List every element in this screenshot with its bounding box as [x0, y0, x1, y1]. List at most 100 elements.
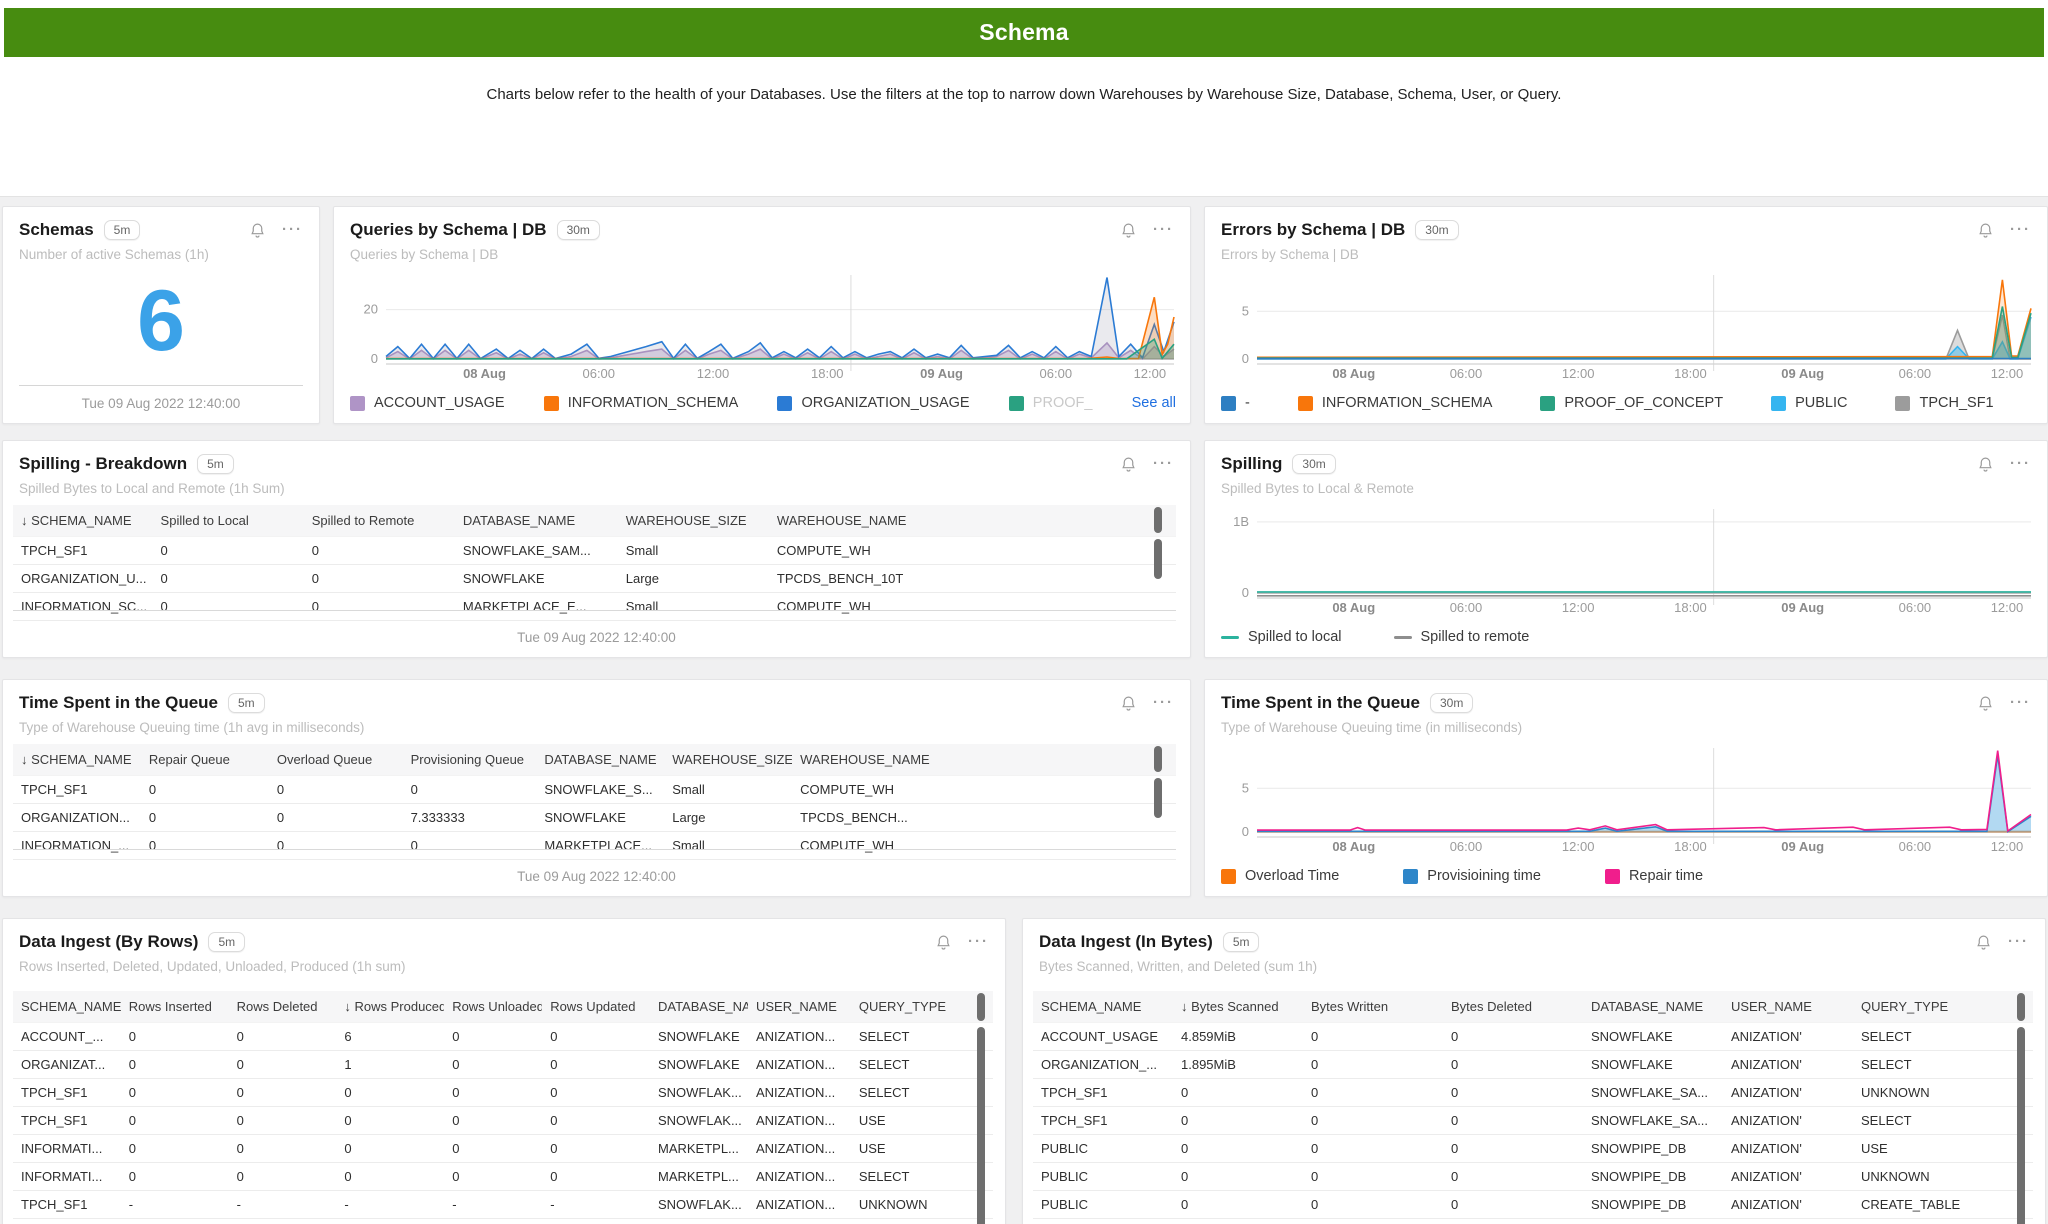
queries-chart[interactable]: 02008 Aug06:0012:0018:0009 Aug06:0012:00: [340, 267, 1184, 385]
legend-item[interactable]: ACCOUNT_USAGE: [350, 395, 505, 411]
bell-icon[interactable]: [1977, 695, 1994, 712]
ellipsis-menu-icon[interactable]: [968, 937, 989, 947]
svg-text:06:00: 06:00: [1899, 600, 1932, 615]
bell-icon[interactable]: [1120, 456, 1137, 473]
svg-text:0: 0: [1242, 351, 1249, 366]
table-row: INFORMATION_SC...00MARKETPLACE_E...Small…: [13, 593, 1176, 621]
column-header[interactable]: ↓ Rows Produced: [336, 991, 444, 1023]
ellipsis-menu-icon[interactable]: [1153, 459, 1174, 469]
ellipsis-menu-icon[interactable]: [1153, 225, 1174, 235]
legend-item[interactable]: TPCH_SF1: [1895, 395, 1993, 411]
bell-icon[interactable]: [1120, 222, 1137, 239]
column-header[interactable]: DATABASE_NA...: [650, 991, 748, 1023]
bell-icon[interactable]: [249, 222, 266, 239]
column-header[interactable]: QUERY_TYPE: [1853, 991, 2033, 1023]
column-header[interactable]: Spilled to Remote: [304, 505, 455, 537]
errors-chart[interactable]: 0508 Aug06:0012:0018:0009 Aug06:0012:00: [1211, 267, 2041, 385]
bell-icon[interactable]: [1975, 934, 1992, 951]
column-header[interactable]: USER_NAME: [748, 991, 851, 1023]
column-header[interactable]: SCHEMA_NAME: [1033, 991, 1173, 1023]
legend-swatch-icon: [1394, 636, 1412, 639]
scrollbar-thumb[interactable]: [977, 1027, 985, 1224]
ellipsis-menu-icon[interactable]: [282, 225, 303, 235]
table-row: TPCH_SF1-----SNOWFLAK...ANIZATION...UNKN…: [13, 1191, 993, 1219]
legend-item[interactable]: PUBLIC: [1771, 395, 1847, 411]
svg-text:06:00: 06:00: [582, 366, 615, 381]
see-all-link[interactable]: See all: [1132, 395, 1176, 411]
panel-subtitle: Type of Warehouse Queuing time (in milli…: [1205, 713, 2047, 735]
legend-item[interactable]: ORGANIZATION_USAGE: [777, 395, 969, 411]
panel-title: Time Spent in the Queue: [1221, 693, 1420, 713]
legend-item[interactable]: Repair time: [1605, 868, 1703, 884]
legend-item[interactable]: PROOF_OF_CONCEPT: [1540, 395, 1723, 411]
legend-item[interactable]: -: [1221, 395, 1250, 411]
column-header[interactable]: Repair Queue: [141, 744, 269, 776]
scrollbar-thumb[interactable]: [1154, 746, 1162, 772]
table-row: PUBLIC-----SNOWPIPE_...ANIZATION...USE: [13, 1219, 993, 1224]
column-header[interactable]: WAREHOUSE_SIZE: [618, 505, 769, 537]
legend-label: Repair time: [1629, 868, 1703, 884]
column-header[interactable]: QUERY_TYPE: [851, 991, 993, 1023]
legend-item[interactable]: Spilled to remote: [1394, 629, 1530, 645]
column-header[interactable]: DATABASE_NAME: [536, 744, 664, 776]
column-header[interactable]: WAREHOUSE_NAME: [769, 505, 932, 537]
column-header[interactable]: Rows Inserted: [121, 991, 229, 1023]
panel-queries-by-schema: Queries by Schema | DB 30m Queries by Sc…: [333, 206, 1191, 424]
column-header[interactable]: Spilled to Local: [153, 505, 304, 537]
column-header[interactable]: WAREHOUSE_NAME: [792, 744, 932, 776]
refresh-interval-badge: 30m: [1292, 454, 1335, 474]
legend-item[interactable]: Overload Time: [1221, 868, 1339, 884]
queue-chart[interactable]: 0508 Aug06:0012:0018:0009 Aug06:0012:00: [1211, 740, 2041, 858]
column-header[interactable]: Overload Queue: [269, 744, 403, 776]
legend-item[interactable]: INFORMATION_SCHEMA: [544, 395, 739, 411]
scrollbar-thumb[interactable]: [2017, 993, 2025, 1021]
bell-icon[interactable]: [1977, 222, 1994, 239]
scrollbar-thumb[interactable]: [1154, 539, 1162, 579]
column-header[interactable]: ↓ SCHEMA_NAME: [13, 744, 141, 776]
legend-item[interactable]: INFORMATION_SCHEMA: [1298, 395, 1493, 411]
scrollbar-thumb[interactable]: [2017, 1027, 2025, 1224]
svg-text:06:00: 06:00: [1040, 366, 1073, 381]
legend-item[interactable]: PROOF_: [1009, 395, 1093, 411]
scrollbar-thumb[interactable]: [1154, 507, 1162, 533]
legend-label: -: [1245, 395, 1250, 411]
column-header[interactable]: WAREHOUSE_SIZE: [664, 744, 792, 776]
svg-text:12:00: 12:00: [1991, 600, 2024, 615]
scrollbar-thumb[interactable]: [1154, 778, 1162, 818]
panel-data-ingest-rows: Data Ingest (By Rows) 5m Rows Inserted, …: [2, 918, 1006, 1224]
column-header[interactable]: USER_NAME: [1723, 991, 1853, 1023]
panel-spilling-breakdown: Spilling - Breakdown 5m Spilled Bytes to…: [2, 440, 1191, 658]
column-header[interactable]: Rows Updated: [542, 991, 650, 1023]
column-header[interactable]: DATABASE_NAME: [1583, 991, 1723, 1023]
column-header[interactable]: SCHEMA_NAME: [13, 991, 121, 1023]
spilling-chart[interactable]: 01B08 Aug06:0012:0018:0009 Aug06:0012:00: [1211, 501, 2041, 619]
legend-label: INFORMATION_SCHEMA: [568, 395, 739, 411]
column-header[interactable]: Bytes Written: [1303, 991, 1443, 1023]
column-header[interactable]: Rows Unloaded: [444, 991, 542, 1023]
bell-icon[interactable]: [935, 934, 952, 951]
ellipsis-menu-icon[interactable]: [1153, 698, 1174, 708]
table-row: PROOF_OF_CON...000MARKETPLACE_...ANIZATI…: [1033, 1219, 2033, 1224]
legend-swatch-icon: [1221, 636, 1239, 639]
column-header[interactable]: Provisioning Queue: [403, 744, 537, 776]
column-header[interactable]: ↓ SCHEMA_NAME: [13, 505, 153, 537]
panel-subtitle: Rows Inserted, Deleted, Updated, Unloade…: [3, 952, 1005, 974]
column-header[interactable]: Rows Deleted: [229, 991, 337, 1023]
svg-text:5: 5: [1242, 780, 1249, 795]
column-header[interactable]: ↓ Bytes Scanned: [1173, 991, 1303, 1023]
chart-legend: - INFORMATION_SCHEMA PROOF_OF_CONCEPT PUBLI…: [1221, 391, 2033, 415]
chart-legend: Overload Time Provisioining time Repair ti…: [1221, 864, 2033, 888]
bell-icon[interactable]: [1120, 695, 1137, 712]
column-header[interactable]: DATABASE_NAME: [455, 505, 618, 537]
timestamp: Tue 09 Aug 2022 12:40:00: [3, 869, 1190, 884]
column-header[interactable]: Bytes Deleted: [1443, 991, 1583, 1023]
panel-spilling-chart: Spilling 30m Spilled Bytes to Local & Re…: [1204, 440, 2048, 658]
ellipsis-menu-icon[interactable]: [2010, 698, 2031, 708]
scrollbar-thumb[interactable]: [977, 993, 985, 1021]
legend-item[interactable]: Spilled to local: [1221, 629, 1342, 645]
legend-item[interactable]: Provisioining time: [1403, 868, 1541, 884]
ellipsis-menu-icon[interactable]: [2008, 937, 2029, 947]
bell-icon[interactable]: [1977, 456, 1994, 473]
ellipsis-menu-icon[interactable]: [2010, 459, 2031, 469]
ellipsis-menu-icon[interactable]: [2010, 225, 2031, 235]
